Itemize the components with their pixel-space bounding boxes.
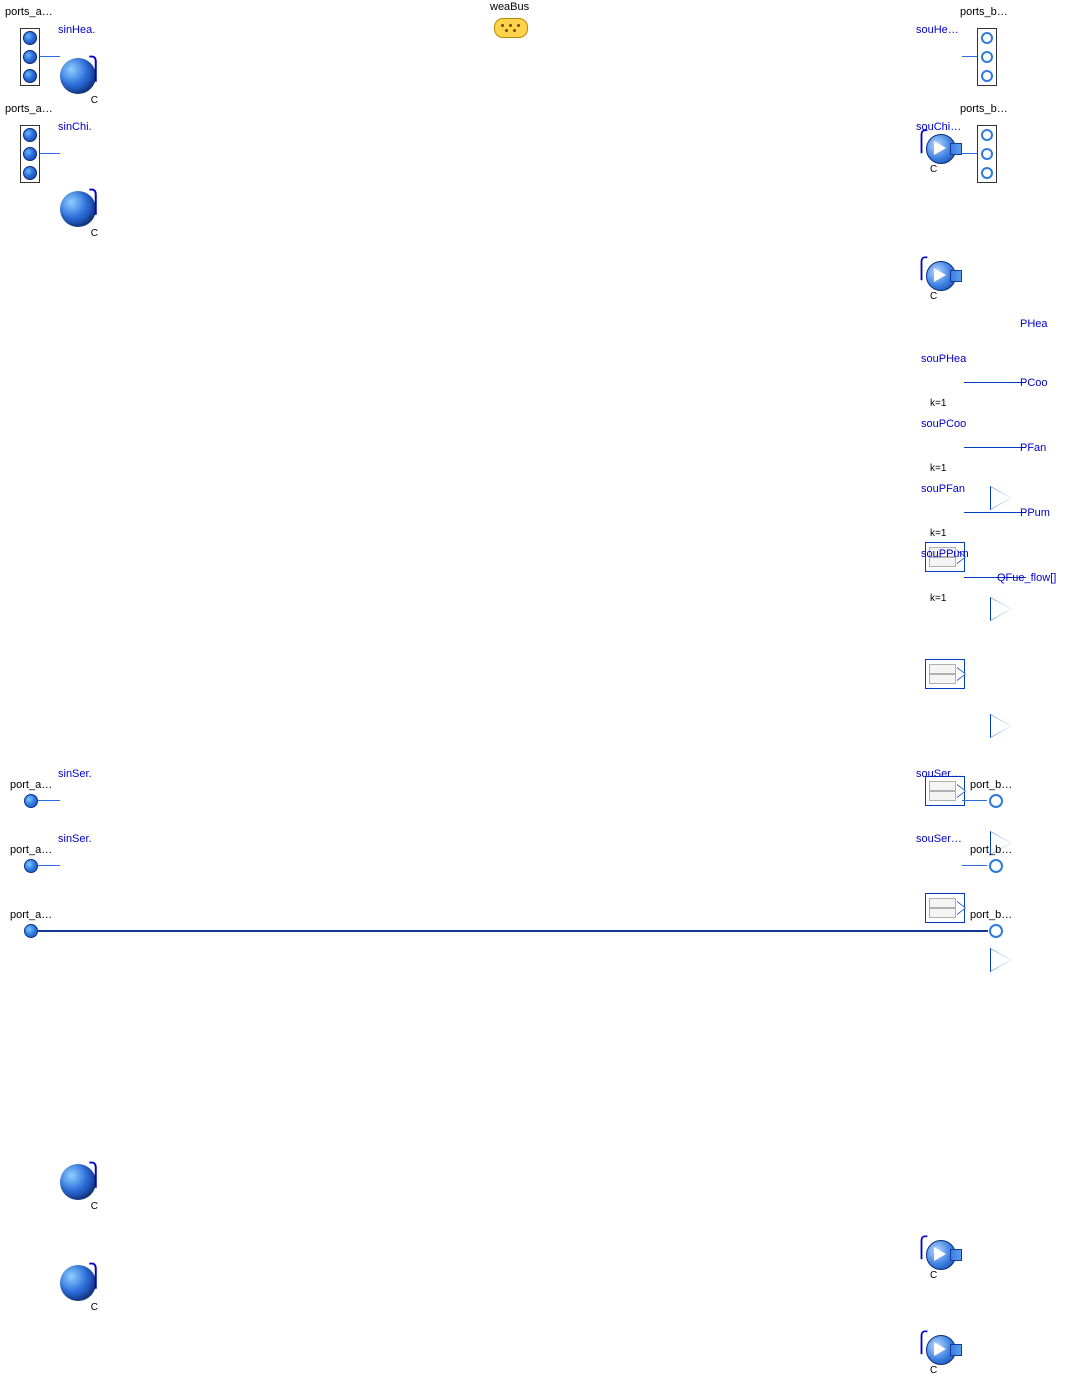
wire-phea-out — [964, 382, 1026, 383]
sphere-sinhea[interactable]: ⎫ — [60, 58, 96, 94]
sinchi-label: sinChi. — [58, 121, 92, 133]
sinhea-label: sinHea. — [58, 24, 95, 36]
out-qfue-label: QFue_flow[] — [997, 572, 1056, 584]
out-pfan-tri[interactable] — [991, 715, 1011, 737]
souchi-label: souChi… — [916, 121, 961, 133]
souser1-label: souSer… — [916, 768, 962, 780]
ports-b-array-2[interactable] — [977, 125, 997, 183]
port-a-single-1[interactable] — [24, 794, 38, 808]
out-ppum-label: PPum — [1020, 507, 1050, 519]
port-b-single-3[interactable] — [989, 924, 1003, 938]
pump-souser2[interactable]: ⎧ — [920, 1334, 960, 1364]
port-b-single-2-label: port_b… — [970, 844, 1012, 856]
wire-sinchi — [40, 153, 60, 154]
ports-a-array-2-label: ports_a… — [5, 103, 53, 115]
port-a-single-3[interactable] — [24, 924, 38, 938]
port-a-single-2[interactable] — [24, 859, 38, 873]
sphere-sinchi[interactable]: ⎫ — [60, 191, 96, 227]
wire-bottom-long — [38, 930, 988, 932]
ports-b-array-1-label: ports_b… — [960, 6, 1008, 18]
port-b-single-1-label: port_b… — [970, 779, 1012, 791]
sphere-sinser1[interactable]: ⎫ — [60, 1164, 96, 1200]
wire-sinser2 — [38, 865, 60, 866]
wea-bus-connector[interactable] — [494, 18, 528, 38]
gain-souPFan-label: souPFan — [921, 483, 965, 495]
port-a-single-2-label: port_a… — [10, 844, 52, 856]
port-a-single-3-label: port_a… — [10, 909, 52, 921]
wire-sinhea — [40, 56, 60, 57]
wire-souchi — [962, 153, 977, 154]
port-b-single-3-label: port_b… — [970, 909, 1012, 921]
gain-souPPum-k: k=1 — [930, 593, 946, 604]
port-b-single-2[interactable] — [989, 859, 1003, 873]
sphere-sinser2[interactable]: ⎫ — [60, 1265, 96, 1301]
port-b-single-1[interactable] — [989, 794, 1003, 808]
ports-a-array-2[interactable] — [20, 125, 40, 183]
souser2-label: souSer… — [916, 833, 962, 845]
gain-souPCoo-k: k=1 — [930, 463, 946, 474]
wire-pcoo-out — [964, 447, 1026, 448]
out-qfue-tri[interactable] — [991, 949, 1011, 971]
ports-b-array-2-label: ports_b… — [960, 103, 1008, 115]
gain-souPFan-k: k=1 — [930, 528, 946, 539]
gain-souPCoo[interactable] — [925, 659, 965, 689]
out-pcoo-tri[interactable] — [991, 598, 1011, 620]
sinser1-label: sinSer. — [58, 768, 92, 780]
gain-souPHea-label: souPHea — [921, 353, 966, 365]
pump-souhe[interactable]: ⎧ — [920, 133, 960, 163]
gain-souPCoo-label: souPCoo — [921, 418, 966, 430]
wire-sinser1 — [38, 800, 60, 801]
out-pcoo-label: PCoo — [1020, 377, 1048, 389]
wire-souser1 — [962, 800, 987, 801]
ports-b-array-1[interactable] — [977, 28, 997, 86]
port-a-single-1-label: port_a… — [10, 779, 52, 791]
out-phea-tri[interactable] — [991, 487, 1011, 509]
wire-souhe — [962, 56, 977, 57]
gain-souPPum-label: souPPum — [921, 548, 969, 560]
wire-souser2 — [962, 865, 987, 866]
out-phea-label: PHea — [1020, 318, 1048, 330]
out-pfan-label: PFan — [1020, 442, 1046, 454]
sinser2-label: sinSer. — [58, 833, 92, 845]
pump-souchi[interactable]: ⎧ — [920, 260, 960, 290]
souhe-label: souHe… — [916, 24, 959, 36]
gain-souPPum[interactable] — [925, 893, 965, 923]
gain-souPFan[interactable] — [925, 776, 965, 806]
wea-bus-label: weaBus — [490, 1, 529, 13]
wire-pfan-out — [964, 512, 1026, 513]
pump-souser1[interactable]: ⎧ — [920, 1239, 960, 1269]
ports-a-array-1-label: ports_a… — [5, 6, 53, 18]
ports-a-array-1[interactable] — [20, 28, 40, 86]
gain-souPHea-k: k=1 — [930, 398, 946, 409]
